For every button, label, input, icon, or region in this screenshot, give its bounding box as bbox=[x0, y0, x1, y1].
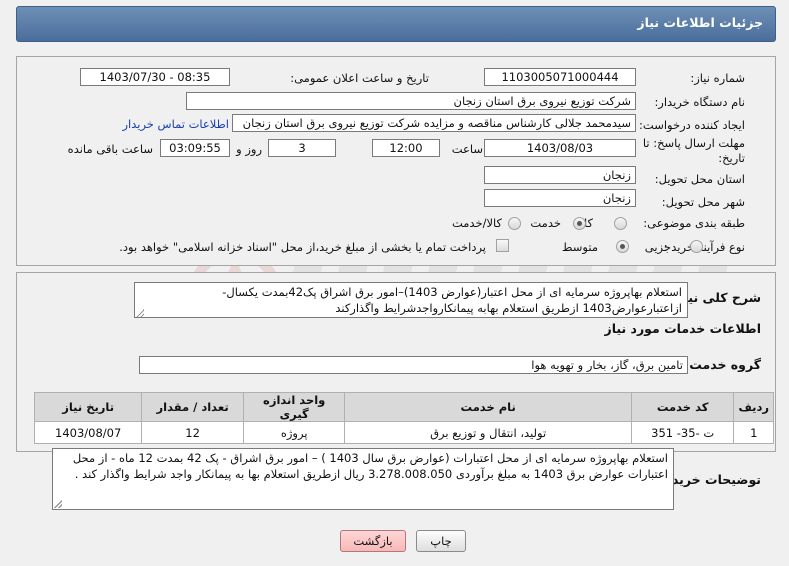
cell-row-number: 1 bbox=[733, 421, 774, 444]
col-unit: واحد اندازه گیری bbox=[242, 392, 346, 422]
services-section-title: اطلاعات خدمات مورد نیاز bbox=[604, 321, 762, 336]
process-radio-medium[interactable] bbox=[616, 240, 629, 253]
services-table: ردیف کد خدمت نام خدمت واحد اندازه گیری ت… bbox=[33, 392, 774, 444]
col-need-date: تاریخ نیاز bbox=[33, 392, 143, 422]
cell-need-date: 1403/08/07 bbox=[33, 421, 143, 444]
category-label: طبقه بندی موضوعی: bbox=[643, 216, 745, 230]
cell-quantity: 12 bbox=[141, 421, 244, 444]
process-radio-minor[interactable] bbox=[690, 240, 703, 253]
treasury-payment-checkbox[interactable] bbox=[496, 239, 509, 252]
page-title: جزئیات اطلاعات نیاز bbox=[637, 15, 763, 30]
buyer-notes-textarea[interactable]: استعلام بهاپروژه سرمایه ای از محل اعتبار… bbox=[52, 448, 674, 510]
back-button[interactable]: بازگشت bbox=[340, 530, 406, 552]
services-table-header: ردیف کد خدمت نام خدمت واحد اندازه گیری ت… bbox=[33, 392, 774, 422]
print-button[interactable]: چاپ bbox=[416, 530, 466, 552]
requester-label: ایجاد کننده درخواست: bbox=[639, 118, 745, 132]
col-service-name: نام خدمت bbox=[344, 392, 632, 422]
need-info-panel bbox=[16, 56, 776, 266]
service-group-field[interactable]: تامین برق، گاز، بخار و تهویه هوا bbox=[139, 356, 688, 374]
deadline-label: مهلت ارسال پاسخ: تا bbox=[642, 136, 745, 150]
service-group-label: گروه خدمت: bbox=[684, 357, 761, 372]
city-label: شهر محل تحویل: bbox=[661, 195, 745, 209]
summary-textarea[interactable]: استعلام بهاپروژه سرمایه ای از محل اعتبار… bbox=[134, 282, 688, 318]
process-option-medium: متوسط bbox=[561, 240, 598, 254]
announce-date-field[interactable]: 1403/07/30 - 08:35 bbox=[80, 68, 230, 86]
remaining-time-field[interactable]: 03:09:55 bbox=[160, 139, 230, 157]
summary-resize-grip[interactable] bbox=[136, 309, 144, 317]
city-field[interactable]: زنجان bbox=[484, 189, 636, 207]
treasury-payment-note: پرداخت تمام یا بخشی از مبلغ خرید،از محل … bbox=[119, 240, 486, 254]
cell-service-name: تولید، انتقال و توزیع برق bbox=[344, 421, 632, 444]
category-radio-goods[interactable] bbox=[614, 217, 627, 230]
remaining-days-field[interactable]: 3 bbox=[268, 139, 336, 157]
buyer-org-label: نام دستگاه خریدار: bbox=[654, 95, 745, 109]
page-header: جزئیات اطلاعات نیاز bbox=[16, 6, 776, 42]
category-option-goods-service: کالا/خدمت bbox=[451, 216, 502, 230]
col-service-code: کد خدمت bbox=[630, 392, 735, 422]
province-field[interactable]: زنجان bbox=[484, 166, 636, 184]
buyer-contact-link[interactable]: اطلاعات تماس خریدار bbox=[122, 117, 229, 131]
days-label: روز و bbox=[236, 142, 262, 156]
buyer-notes-resize-grip[interactable] bbox=[54, 500, 62, 508]
province-label: استان محل تحویل: bbox=[654, 172, 745, 186]
need-number-field[interactable]: 1103005071000444 bbox=[484, 68, 636, 86]
category-radio-service[interactable] bbox=[573, 217, 586, 230]
cell-service-code: ت -35- 351 bbox=[630, 421, 735, 444]
need-number-label: شماره نیاز: bbox=[690, 71, 745, 85]
announce-date-label: تاریخ و ساعت اعلان عمومی: bbox=[290, 71, 429, 85]
requester-field[interactable]: سیدمحمد جلالی کارشناس مناقصه و مزایده شر… bbox=[232, 114, 636, 132]
category-radio-goods-service[interactable] bbox=[508, 217, 521, 230]
deadline-date-field[interactable]: 1403/08/03 bbox=[484, 139, 636, 157]
deadline-date-label: تاریخ: bbox=[718, 151, 745, 165]
category-option-service: خدمت bbox=[530, 216, 561, 230]
cell-unit: پروژه bbox=[242, 421, 346, 444]
deadline-time-field[interactable]: 12:00 bbox=[372, 139, 440, 157]
col-row-number: ردیف bbox=[733, 392, 774, 422]
deadline-time-label: ساعت bbox=[451, 142, 483, 156]
process-option-minor: جزیی bbox=[644, 240, 671, 254]
table-row[interactable]: 1 ت -35- 351 تولید، انتقال و توزیع برق پ… bbox=[33, 421, 774, 444]
process-label: نوع فرآیند خرید : bbox=[663, 240, 745, 254]
col-quantity: تعداد / مقدار bbox=[141, 392, 244, 422]
buyer-org-field[interactable]: شرکت توزیع نیروی برق استان زنجان bbox=[186, 92, 636, 110]
remaining-time-label: ساعت باقی مانده bbox=[67, 142, 153, 156]
